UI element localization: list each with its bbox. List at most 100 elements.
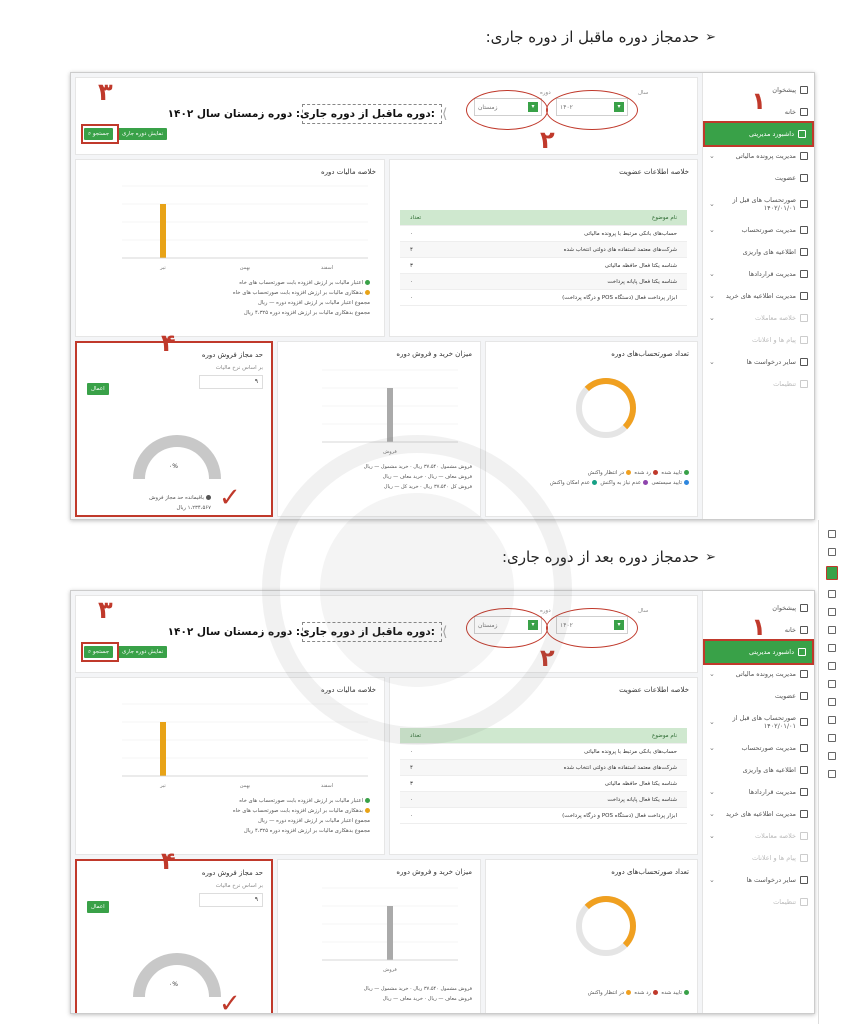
legend-text: فروش معاف — ریال: [427, 474, 472, 480]
sidebar-item-messages[interactable]: پیام ها و اعلانات: [703, 847, 814, 869]
sidebar-item-management-dashboard[interactable]: داشبورد مدیریتی: [703, 639, 814, 665]
file-icon[interactable]: [827, 590, 836, 598]
sidebar-item-contracts[interactable]: مدیریت قراردادها ⌄: [703, 781, 814, 803]
notice-icon[interactable]: [827, 662, 836, 670]
card-title: خلاصه مالیات دوره: [320, 168, 376, 176]
rate-input[interactable]: ۹: [199, 375, 263, 389]
sidebar-item-requests[interactable]: سایر درخواست ها ⌄: [703, 869, 814, 891]
cell-subject: شرکت‌های معتمد استفاده های دولتی انتخاب …: [563, 764, 677, 771]
legend-dot: [653, 470, 658, 475]
sidebar-item-membership[interactable]: عضویت: [703, 685, 814, 707]
card-title: تعداد صورتحساب‌های دوره: [611, 350, 689, 358]
year-label: سال: [638, 90, 649, 96]
sidebar-item-tax-file[interactable]: مدیریت پرونده مالیاتی ⌄: [703, 663, 814, 685]
invoice-donut-arc: [576, 378, 636, 438]
cell-subject: شناسه یکتا فعال حافظه مالیاتی: [604, 780, 677, 787]
x-tick-label: فروش: [383, 967, 397, 973]
period-label: دوره: [540, 608, 551, 614]
legend-text: مجموع اعتبار مالیات بر ارزش افزوده دوره …: [257, 300, 370, 306]
apply-button[interactable]: اعمال: [87, 901, 109, 913]
rate-input[interactable]: ۹: [199, 893, 263, 907]
legend-text: عدم نیاز به واکنش: [600, 480, 642, 486]
file-icon: [800, 670, 808, 678]
mail-icon: [800, 336, 808, 344]
chevron-down-icon: ⌄: [709, 876, 715, 884]
cell-count: ۰: [410, 812, 413, 819]
sidebar-item-contracts[interactable]: مدیریت قراردادها ⌄: [703, 263, 814, 285]
invoice-count-card: تعداد صورتحساب‌های دوره تایید شده رد شده…: [485, 859, 698, 1013]
trade-chart: فروش: [322, 369, 458, 455]
sidebar-item-settings[interactable]: تنظیمات: [703, 373, 814, 395]
annotation-number-2: ۲: [540, 644, 555, 672]
sidebar-item-purchase-notices[interactable]: مدیریت اطلاعیه های خرید ⌄: [703, 285, 814, 307]
sidebar-item-invoices[interactable]: مدیریت صورتحساب ⌄: [703, 219, 814, 241]
legend-item: اعتبار مالیات بر ارزش افزوده بابت صورتحس…: [233, 278, 370, 288]
legend-dot: [206, 495, 211, 500]
sidebar: پیشخوان خانه داشبورد مدیریتی مدیریت پرون…: [702, 73, 814, 519]
notice-icon: [800, 248, 808, 256]
sidebar-item-label: داشبورد مدیریتی: [748, 648, 794, 656]
table-row: حساب‌های بانکی مرتبط با پرونده مالیاتی ۰: [400, 226, 687, 242]
chart-icon[interactable]: [825, 566, 838, 580]
card-title: حد مجاز فروش دوره: [201, 869, 263, 877]
gauge-value: ۰%: [169, 981, 178, 988]
trade-chart: فروش: [322, 887, 458, 973]
cart-icon[interactable]: [827, 698, 836, 706]
sidebar-item-settings[interactable]: تنظیمات: [703, 891, 814, 913]
cell-subject: حساب‌های بانکی مرتبط با پرونده مالیاتی: [583, 748, 677, 755]
filter-bar: سال ▾ ۱۴۰۲ دوره ▾ زمستان ۲ ⟨ :دوره ماقبل ا…: [75, 595, 698, 673]
legend-text: تایید سیستمی: [651, 480, 682, 486]
filter-bar: سال ▾ ۱۴۰۲ دوره ▾ زمستان ۲ ⟨ :دوره ماقبل ا…: [75, 77, 698, 155]
user-icon[interactable]: [827, 608, 836, 616]
table-row: ابزار پرداخت فعال (دستگاه POS و درگاه پر…: [400, 290, 687, 306]
legend-dot: [365, 798, 370, 803]
sidebar-item-requests[interactable]: سایر درخواست ها ⌄: [703, 351, 814, 373]
apply-button[interactable]: اعمال: [87, 383, 109, 395]
legend-text: عدم امکان واکنش: [549, 480, 591, 486]
sidebar-item-label: مدیریت پرونده مالیاتی: [735, 152, 796, 160]
sidebar-item-purchase-notices[interactable]: مدیریت اطلاعیه های خرید ⌄: [703, 803, 814, 825]
home-icon[interactable]: [827, 548, 836, 556]
sidebar-item-old-invoices[interactable]: صورتحساب های قبل از ۱۴۰۲/۰۱/۰۱ ⌄: [703, 707, 814, 737]
sidebar-item-label: سایر درخواست ها: [746, 876, 796, 884]
card-title: تعداد صورتحساب‌های دوره: [611, 868, 689, 876]
request-icon[interactable]: [827, 752, 836, 760]
x-tick-label: اسفند: [321, 783, 333, 789]
contract-icon[interactable]: [827, 680, 836, 688]
x-tick-label: تیر: [159, 783, 166, 789]
card-title: خلاصه مالیات دوره: [320, 686, 376, 694]
x-tick-label: بهمن: [240, 783, 250, 789]
sidebar-item-deposit-notices[interactable]: اطلاعیه های واریزی: [703, 241, 814, 263]
dashboard-screenshot-1: پیشخوان خانه داشبورد مدیریتی مدیریت پرون…: [70, 72, 815, 520]
sidebar-item-invoices[interactable]: مدیریت صورتحساب ⌄: [703, 737, 814, 759]
tax-summary-legend: اعتبار مالیات بر ارزش افزوده بابت صورتحس…: [233, 278, 370, 318]
dashboard-icon[interactable]: [827, 530, 836, 538]
sidebar-item-membership[interactable]: عضویت: [703, 167, 814, 189]
sidebar-item-management-dashboard[interactable]: داشبورد مدیریتی: [703, 121, 814, 147]
mail-icon: [800, 854, 808, 862]
invoice-icon[interactable]: [827, 626, 836, 634]
sidebar-item-deposit-notices[interactable]: اطلاعیه های واریزی: [703, 759, 814, 781]
table-row: شناسه یکتا فعال پایانه پرداخت ۰: [400, 792, 687, 808]
sidebar-item-label: خانه: [784, 108, 796, 116]
period-callout: :دوره ماقبل از دوره جاری: دوره زمستان سا…: [168, 104, 442, 124]
invoice-icon[interactable]: [827, 644, 836, 652]
chart-bar: [160, 722, 166, 776]
rate-label: بر اساس نرخ مالیات: [215, 365, 263, 371]
gear-icon[interactable]: [827, 770, 836, 778]
chevron-down-icon: ⌄: [709, 270, 715, 278]
file-icon: [800, 152, 808, 160]
show-current-period-button[interactable]: نمایش دوره جاری: [118, 646, 168, 658]
summary-icon[interactable]: [827, 716, 836, 724]
sidebar-item-old-invoices[interactable]: صورتحساب های قبل از ۱۴۰۲/۰۱/۰۱ ⌄: [703, 189, 814, 219]
arrow-bullet-icon: ➢: [705, 549, 716, 565]
main-content: سال ▾ ۱۴۰۲ دوره ▾ زمستان ۲ ⟨ :دوره ماقبل ا…: [71, 591, 702, 1013]
sidebar-item-tax-file[interactable]: مدیریت پرونده مالیاتی ⌄: [703, 145, 814, 167]
mail-icon[interactable]: [827, 734, 836, 742]
sidebar-item-summary[interactable]: خلاصه معاملات ⌄: [703, 307, 814, 329]
show-current-period-button[interactable]: نمایش دوره جاری: [118, 128, 168, 140]
sidebar-item-label: خانه: [784, 626, 796, 634]
cell-count: ۳: [410, 780, 413, 787]
sidebar-item-messages[interactable]: پیام ها و اعلانات: [703, 329, 814, 351]
sidebar-item-summary[interactable]: خلاصه معاملات ⌄: [703, 825, 814, 847]
